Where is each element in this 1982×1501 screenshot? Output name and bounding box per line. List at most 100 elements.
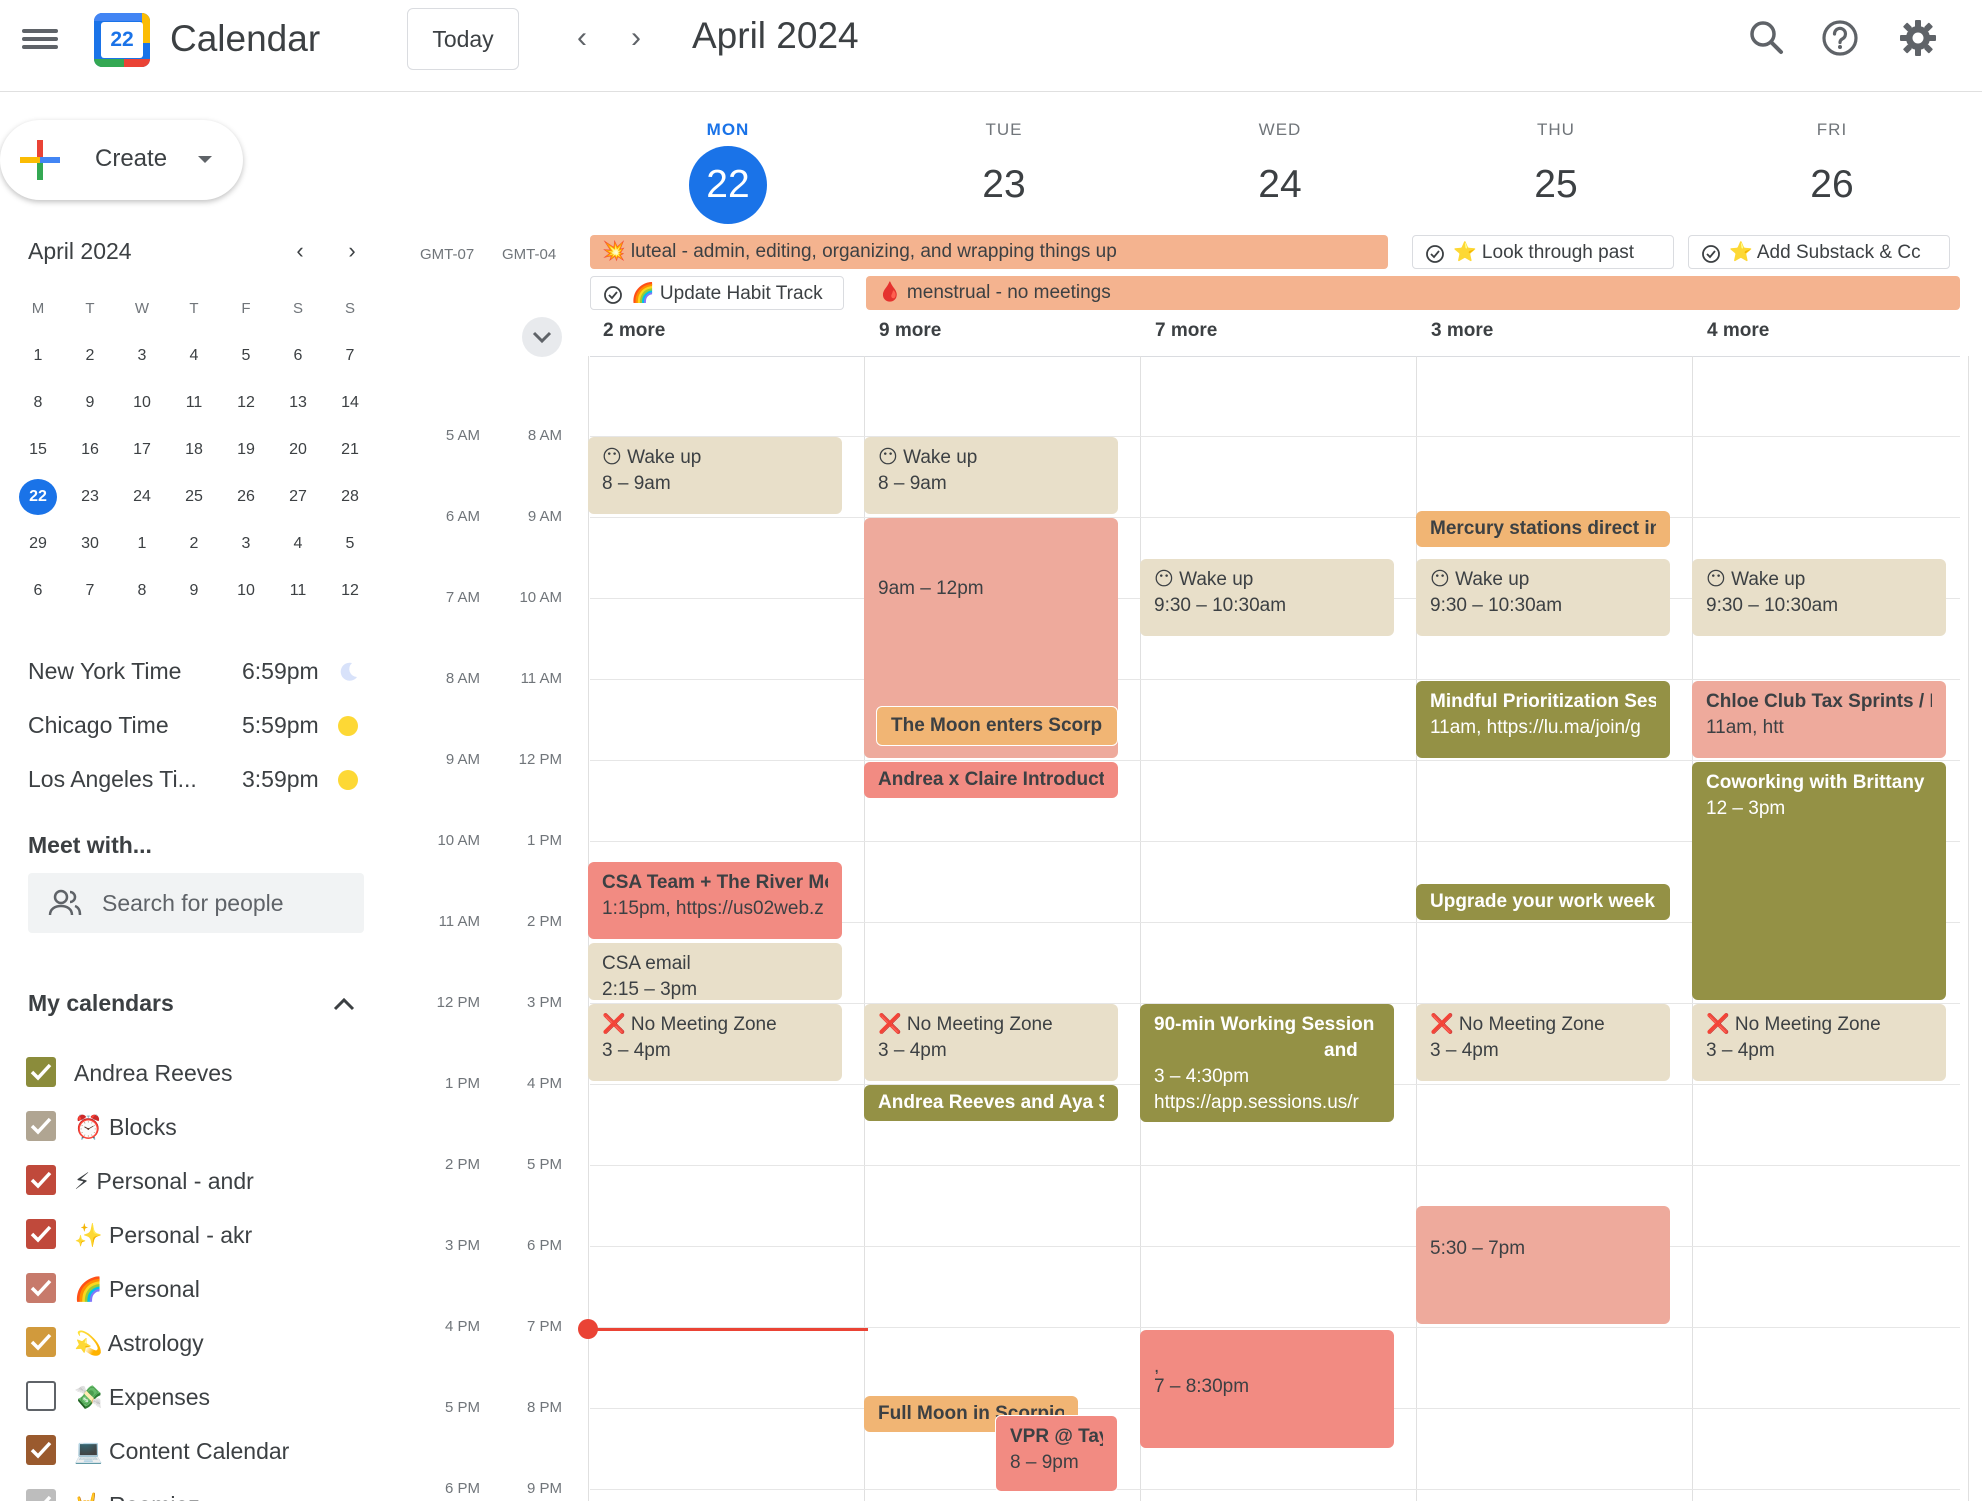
event-mon-csa-email[interactable]: CSA email 2:15 – 3pm xyxy=(588,943,842,1000)
mini-calendar-day[interactable]: 12 xyxy=(324,573,376,609)
mini-calendar-day[interactable]: 22 xyxy=(19,478,57,515)
mini-calendar-day[interactable]: 19 xyxy=(220,432,272,468)
calendar-list-item[interactable]: ⚡ Personal - andr xyxy=(26,1158,376,1198)
event-tue-wake-up[interactable]: 😶 Wake up 8 – 9am xyxy=(864,437,1118,514)
mini-calendar-day[interactable]: 4 xyxy=(272,526,324,562)
mini-calendar-day[interactable]: 28 xyxy=(324,479,376,515)
event-mon-wake-up[interactable]: 😶 Wake up 8 – 9am xyxy=(588,437,842,514)
mini-calendar-day[interactable]: 6 xyxy=(272,338,324,374)
mini-calendar-day[interactable]: 10 xyxy=(220,573,272,609)
day-number[interactable]: 22 xyxy=(689,146,767,224)
allday-task-add-substack[interactable]: ⭐ Add Substack & Cc xyxy=(1688,235,1950,269)
calendar-checkbox[interactable] xyxy=(26,1381,56,1411)
mini-calendar-day[interactable]: 14 xyxy=(324,385,376,421)
calendar-checkbox[interactable] xyxy=(26,1165,56,1195)
mini-calendar-day[interactable]: 9 xyxy=(168,573,220,609)
calendar-checkbox[interactable] xyxy=(26,1219,56,1249)
event-tue-andrea-aya[interactable]: Andrea Reeves and Aya Su xyxy=(864,1085,1118,1121)
more-events-link-wed[interactable]: 7 more xyxy=(1155,320,1217,342)
event-thu-mindful-prioritization[interactable]: Mindful Prioritization Sess 11am, https:… xyxy=(1416,681,1670,758)
mini-calendar-day[interactable]: 26 xyxy=(220,479,272,515)
mini-calendar-day[interactable]: 24 xyxy=(116,479,168,515)
event-fri-wake-up[interactable]: 😶 Wake up 9:30 – 10:30am xyxy=(1692,559,1946,636)
mini-calendar-day[interactable]: 20 xyxy=(272,432,324,468)
mini-calendar-day[interactable]: 10 xyxy=(116,385,168,421)
day-header-mon[interactable]: MON 22 xyxy=(590,120,866,224)
mini-calendar-day[interactable]: 18 xyxy=(168,432,220,468)
calendar-list-item[interactable]: 🌈 Personal xyxy=(26,1266,376,1306)
event-thu-wake-up[interactable]: 😶 Wake up 9:30 – 10:30am xyxy=(1416,559,1670,636)
event-thu-no-meeting-zone[interactable]: ❌ No Meeting Zone 3 – 4pm xyxy=(1416,1004,1670,1081)
create-dropdown-caret-icon[interactable] xyxy=(198,156,212,163)
event-mon-csa-team[interactable]: CSA Team + The River Mee 1:15pm, https:/… xyxy=(588,862,842,939)
search-people-input[interactable] xyxy=(102,885,352,921)
help-icon[interactable] xyxy=(1818,16,1862,60)
mini-calendar-day[interactable]: 23 xyxy=(64,479,116,515)
more-events-link-thu[interactable]: 3 more xyxy=(1431,320,1493,342)
calendar-checkbox[interactable] xyxy=(26,1327,56,1357)
mini-calendar-day[interactable]: 27 xyxy=(272,479,324,515)
day-header-wed[interactable]: WED 24 xyxy=(1142,120,1418,224)
mini-calendar-day[interactable]: 3 xyxy=(116,338,168,374)
search-people-box[interactable] xyxy=(28,873,364,933)
mini-calendar-day[interactable]: 11 xyxy=(168,385,220,421)
event-fri-no-meeting-zone[interactable]: ❌ No Meeting Zone 3 – 4pm xyxy=(1692,1004,1946,1081)
mini-calendar-day[interactable]: 11 xyxy=(272,573,324,609)
event-wed-wake-up[interactable]: 😶 Wake up 9:30 – 10:30am xyxy=(1140,559,1394,636)
mini-calendar-day[interactable]: 25 xyxy=(168,479,220,515)
event-wed-evening[interactable]: , 7 – 8:30pm xyxy=(1140,1330,1394,1448)
event-wed-90-min-working-session[interactable]: 90-min Working Session - and 3 – 4:30pm … xyxy=(1140,1004,1394,1122)
mini-calendar-day[interactable]: 9 xyxy=(64,385,116,421)
mini-calendar-day[interactable]: 7 xyxy=(64,573,116,609)
calendar-checkbox[interactable] xyxy=(26,1057,56,1087)
mini-calendar-day[interactable]: 8 xyxy=(116,573,168,609)
calendar-list-item[interactable]: ✨ Personal - akr xyxy=(26,1212,376,1252)
mini-calendar-day[interactable]: 15 xyxy=(12,432,64,468)
mini-calendar-day[interactable]: 5 xyxy=(220,338,272,374)
calendar-checkbox[interactable] xyxy=(26,1489,56,1501)
mini-calendar-day[interactable]: 1 xyxy=(12,338,64,374)
calendar-checkbox[interactable] xyxy=(26,1273,56,1303)
create-button[interactable]: Create xyxy=(0,120,243,200)
mini-calendar-day[interactable]: 30 xyxy=(64,526,116,562)
mini-calendar-day[interactable]: 2 xyxy=(64,338,116,374)
day-number[interactable]: 26 xyxy=(1793,146,1871,224)
allday-task-look-through-past[interactable]: ⭐ Look through past xyxy=(1412,235,1674,269)
expand-allday-button[interactable] xyxy=(522,317,562,357)
prev-week-button[interactable]: ‹ xyxy=(562,18,602,58)
day-header-thu[interactable]: THU 25 xyxy=(1418,120,1694,224)
mini-calendar-day[interactable]: 6 xyxy=(12,573,64,609)
main-menu-icon[interactable] xyxy=(22,25,58,53)
chevron-up-icon[interactable] xyxy=(330,990,358,1018)
event-tue-andrea-claire[interactable]: Andrea x Claire Introductio xyxy=(864,762,1118,798)
calendar-list-item[interactable]: 💫 Astrology xyxy=(26,1320,376,1360)
calendar-list-item[interactable]: 🤟 Roomiez xyxy=(26,1482,376,1501)
day-header-fri[interactable]: FRI 26 xyxy=(1694,120,1970,224)
next-week-button[interactable]: › xyxy=(616,18,656,58)
mini-calendar-day[interactable]: 8 xyxy=(12,385,64,421)
calendar-checkbox[interactable] xyxy=(26,1435,56,1465)
mini-calendar-day[interactable]: 13 xyxy=(272,385,324,421)
day-number[interactable]: 24 xyxy=(1241,146,1319,224)
mini-calendar-day[interactable]: 1 xyxy=(116,526,168,562)
event-thu-mercury-direct[interactable]: Mercury stations direct in xyxy=(1416,511,1670,547)
event-fri-chloe-club-tax[interactable]: Chloe Club Tax Sprints / M 11am, htt xyxy=(1692,681,1946,758)
calendar-list-item[interactable]: Andrea Reeves xyxy=(26,1050,376,1090)
event-thu-upgrade-work-week[interactable]: Upgrade your work week b xyxy=(1416,884,1670,920)
search-icon[interactable] xyxy=(1745,16,1789,60)
mini-calendar-day[interactable]: 5 xyxy=(324,526,376,562)
event-thu-evening-block[interactable]: 5:30 – 7pm xyxy=(1416,1206,1670,1324)
calendar-list-item[interactable]: 💸 Expenses xyxy=(26,1374,376,1414)
allday-event-luteal[interactable]: 💥 luteal - admin, editing, organizing, a… xyxy=(590,235,1388,269)
event-tue-moon-enters-scorpio[interactable]: The Moon enters Scorpio xyxy=(876,706,1118,746)
mini-calendar-day[interactable]: 17 xyxy=(116,432,168,468)
event-fri-coworking-brittany[interactable]: Coworking with Brittany 12 – 3pm xyxy=(1692,762,1946,1000)
mini-calendar-day[interactable]: 12 xyxy=(220,385,272,421)
day-header-tue[interactable]: TUE 23 xyxy=(866,120,1142,224)
day-number[interactable]: 23 xyxy=(965,146,1043,224)
day-number[interactable]: 25 xyxy=(1517,146,1595,224)
settings-gear-icon[interactable] xyxy=(1896,16,1940,60)
mini-calendar-day[interactable]: 29 xyxy=(12,526,64,562)
mini-calendar-day[interactable]: 3 xyxy=(220,526,272,562)
calendar-list-item[interactable]: ⏰ Blocks xyxy=(26,1104,376,1144)
